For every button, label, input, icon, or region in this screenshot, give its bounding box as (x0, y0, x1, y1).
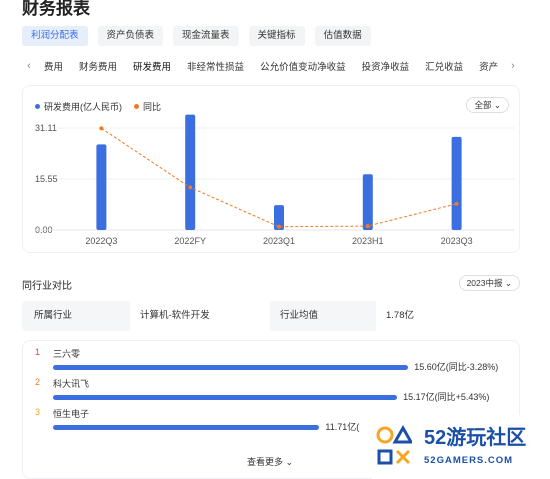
tab-finance-expense[interactable]: 财务费用 (71, 59, 125, 73)
rank-number: 2 (35, 377, 41, 387)
x-tick-label: 2023H1 (352, 236, 384, 246)
chevron-down-icon: ⌄ (504, 278, 512, 288)
rank-value: 15.17亿(同比+5.43%) (403, 392, 490, 402)
rank-bar (53, 395, 398, 400)
company-name: 恒生电子 (53, 409, 90, 419)
watermark-brand: 52游玩社区 (424, 427, 527, 449)
tab-fair-value[interactable]: 公允价值变动净收益 (252, 59, 354, 73)
chevron-left-icon[interactable]: ‹ (22, 60, 36, 72)
watermark-logo: 52游玩社区 52GAMERS.COM (372, 415, 550, 479)
tab-expense[interactable]: 费用 (36, 59, 71, 73)
period-select[interactable]: 2023中报 ⌄ (458, 275, 520, 291)
industry-label: 所属行业 (34, 310, 73, 321)
bar (362, 174, 373, 230)
period-select-label: 2023中报 (466, 278, 503, 288)
industry-avg-value: 1.78亿 (376, 301, 520, 331)
rd-expense-chart: 31.1115.550.002022Q3 2022FY 2023Q1 2023H1 20… (35, 114, 515, 246)
yoy-point (277, 224, 281, 229)
tab-rd-expense[interactable]: 研发费用 (125, 59, 179, 73)
logo-shapes-icon (376, 424, 412, 465)
see-more-label: 查看更多 (247, 457, 284, 467)
filter-cash-flow[interactable]: 现金流量表 (173, 26, 239, 46)
tab-asset[interactable]: 资产 (471, 59, 506, 73)
x-tick-label: 2023Q3 (441, 236, 473, 246)
x-tick-label: 2022FY (174, 236, 206, 246)
peer-comparison-title: 同行业对比 (22, 281, 72, 292)
company-name: 科大讯飞 (53, 379, 90, 389)
yoy-point (99, 126, 104, 131)
industry-value: 计算机-软件开发 (130, 301, 270, 331)
rank-bar (53, 425, 320, 430)
filter-balance-sheet[interactable]: 资产负债表 (97, 26, 164, 46)
bar (451, 136, 462, 230)
rank-bar (53, 365, 409, 370)
rank-number: 3 (35, 407, 41, 417)
company-name: 三六零 (53, 349, 81, 359)
list-item[interactable]: 2 科大讯飞 15.17亿(同比+5.43%) (23, 377, 521, 405)
watermark-domain: 52GAMERS.COM (424, 455, 514, 466)
page-title: 财务报表 (22, 0, 90, 18)
x-tick-label: 2022Q3 (85, 236, 117, 246)
x-tick-label: 2023Q1 (263, 236, 295, 246)
industry-avg-label: 行业均值 (280, 310, 319, 321)
report-filter-row: 利润分配表 资产负债表 现金流量表 关键指标 估值数据 (22, 26, 371, 46)
rd-expense-chart-card: 研发费用(亿人民币) 同比 全部 ⌄ 31.11 15.55 0.00 2022Q3 2… (22, 85, 520, 253)
rank-value: 15.60亿(同比-3.28%) (414, 362, 499, 372)
list-item[interactable]: 1 三六零 15.60亿(同比-3.28%) (23, 347, 521, 375)
yoy-point (454, 201, 459, 206)
filter-valuation[interactable]: 估值数据 (314, 26, 371, 46)
chevron-down-icon: ⌄ (285, 457, 294, 467)
tab-nonrecurring[interactable]: 非经常性损益 (179, 59, 252, 73)
metric-tabs: ‹ 费用 财务费用 研发费用 非经常性损益 公允价值变动净收益 投资净收益 汇兑… (22, 56, 520, 76)
y-tick-label: 15.55 (35, 174, 58, 184)
bar (185, 114, 196, 230)
tab-investment-income[interactable]: 投资净收益 (354, 59, 418, 73)
y-tick-label: 31.11 (35, 123, 57, 133)
industry-row: 所属行业 计算机-软件开发 行业均值 1.78亿 (22, 301, 520, 331)
rank-number: 1 (35, 347, 41, 357)
filter-profit-distribution[interactable]: 利润分配表 (22, 26, 88, 46)
yoy-point (188, 185, 193, 190)
rank-value: 11.71亿( (325, 422, 360, 432)
bar (96, 144, 107, 230)
yoy-point (365, 224, 370, 229)
tab-exchange-gain[interactable]: 汇兑收益 (417, 59, 471, 73)
chevron-right-icon[interactable]: › (506, 60, 520, 72)
see-more-button[interactable]: 查看更多 ⌄ (247, 455, 293, 468)
filter-key-metrics[interactable]: 关键指标 (248, 26, 305, 46)
